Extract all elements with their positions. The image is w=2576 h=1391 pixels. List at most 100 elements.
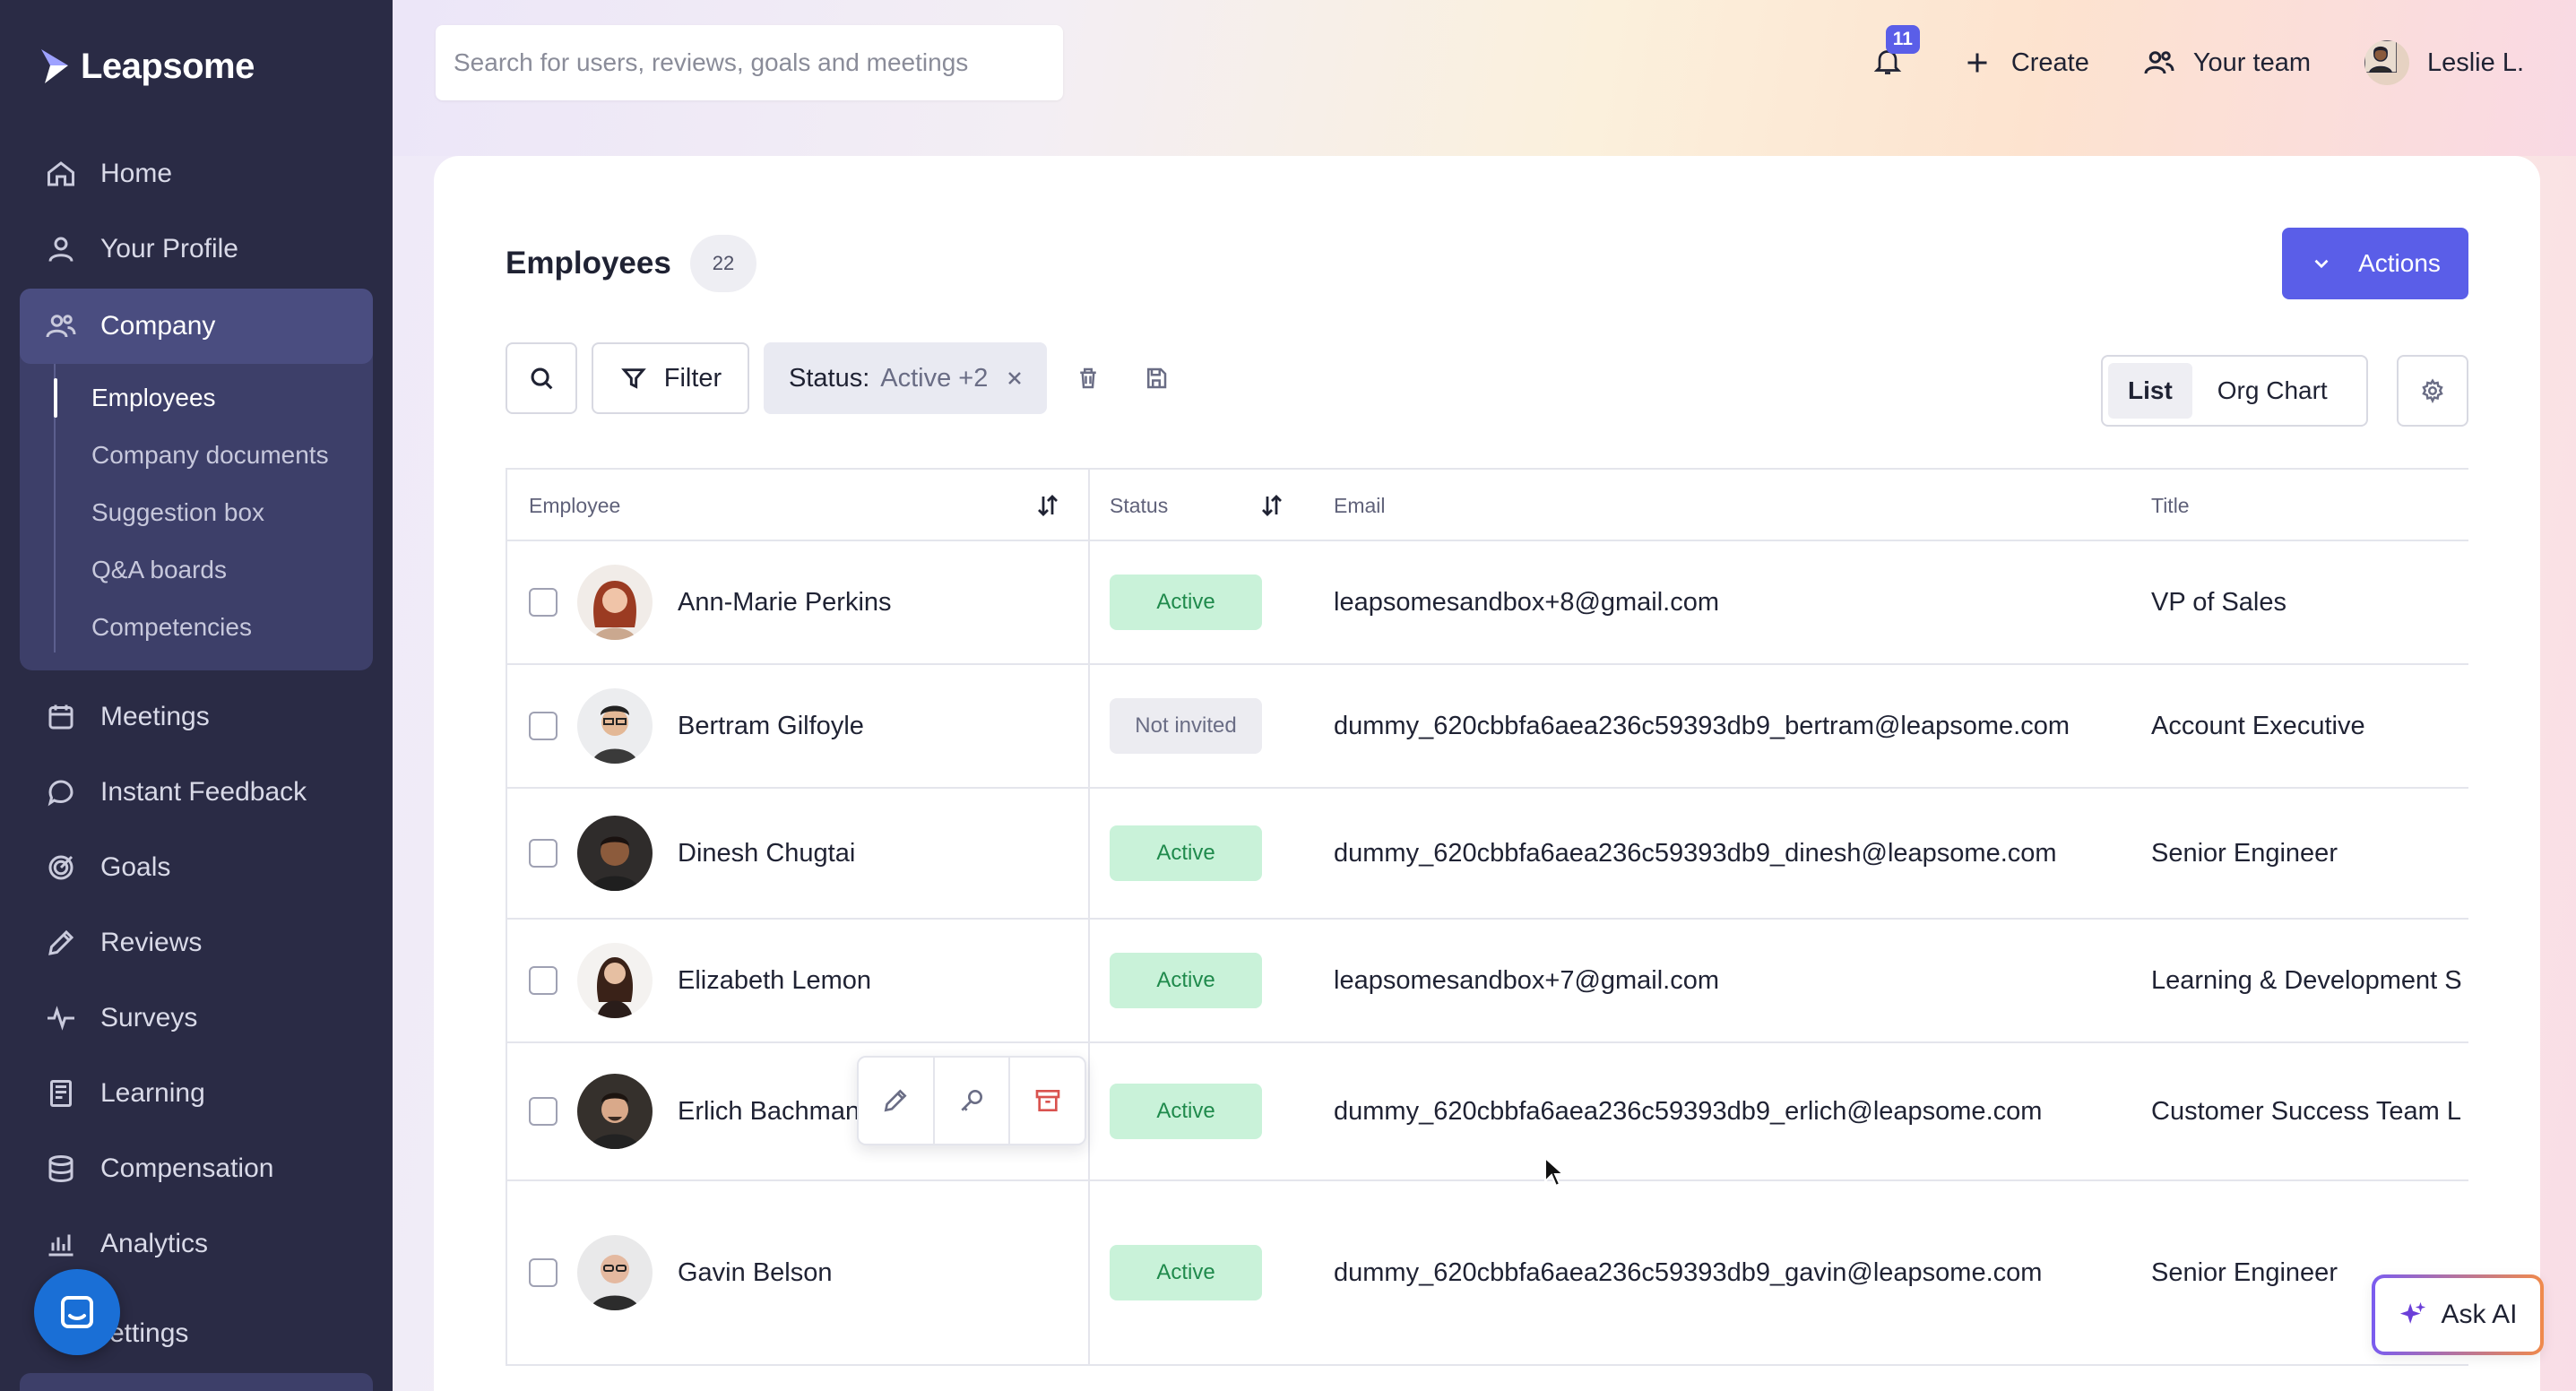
book-icon — [50, 1080, 72, 1107]
filter-icon — [620, 368, 646, 389]
sidebar-item-meetings[interactable]: Meetings — [20, 679, 373, 755]
close-icon[interactable] — [1004, 367, 1025, 389]
search-icon — [531, 367, 553, 390]
sort-icon — [1038, 495, 1058, 516]
subnav-item-suggestion-box[interactable]: Suggestion box — [54, 484, 373, 541]
sidebar-item-label: Meetings — [100, 702, 210, 731]
access-employee-button[interactable] — [935, 1058, 1011, 1144]
column-header-status[interactable]: Status — [1110, 470, 1168, 541]
employee-title: VP of Sales — [2151, 587, 2287, 617]
sort-status-button[interactable] — [1258, 470, 1285, 541]
sidebar-item-label: Goals — [100, 852, 171, 882]
user-avatar — [2364, 40, 2409, 85]
create-label: Create — [2010, 48, 2089, 77]
sidebar-item-label: Company — [100, 311, 216, 341]
notifications-button[interactable]: 11 — [1871, 25, 1920, 81]
home-icon — [48, 161, 74, 186]
employee-email: dummy_620cbbfa6aea236c59393db9_erlich@le… — [1334, 1096, 2043, 1126]
sidebar-item-instant-feedback[interactable]: Instant Feedback — [20, 755, 373, 830]
employee-email: dummy_620cbbfa6aea236c59393db9_bertram@l… — [1334, 711, 2070, 740]
sidebar-item-surveys[interactable]: Surveys — [20, 981, 373, 1056]
employee-email: dummy_620cbbfa6aea236c59393db9_gavin@lea… — [1334, 1257, 2043, 1287]
table-row[interactable]: Bertram Gilfoyle Not invited dummy_620cb… — [507, 665, 2468, 789]
ask-ai-button[interactable]: Ask AI — [2372, 1274, 2544, 1355]
column-header-employee[interactable]: Employee — [529, 470, 620, 541]
sidebar-next-item[interactable] — [20, 1373, 373, 1391]
sidebar-item-compensation[interactable]: Compensation — [20, 1131, 373, 1206]
save-icon — [1147, 367, 1167, 389]
row-checkbox[interactable] — [529, 712, 558, 740]
employee-name[interactable]: Ann-Marie Perkins — [678, 541, 892, 663]
view-option-org-chart[interactable]: Org Chart — [2192, 363, 2353, 419]
top-actions: 11 Create Your team Leslie L. — [1871, 25, 2524, 100]
employee-name[interactable]: Bertram Gilfoyle — [678, 665, 864, 787]
sidebar-item-profile[interactable]: Your Profile — [20, 212, 373, 287]
sidebar-item-company[interactable]: Company — [20, 289, 373, 364]
table-search-button[interactable] — [506, 342, 577, 414]
pencil-icon — [884, 1089, 907, 1112]
subnav-item-employees[interactable]: Employees — [54, 369, 373, 427]
avatar — [577, 816, 653, 891]
row-checkbox[interactable] — [529, 1097, 558, 1126]
column-header-email[interactable]: Email — [1334, 470, 1386, 541]
row-checkbox[interactable] — [529, 588, 558, 617]
column-divider — [1088, 789, 1090, 918]
filter-button[interactable]: Filter — [592, 342, 749, 414]
subnav-item-competencies[interactable]: Competencies — [54, 599, 373, 656]
row-checkbox[interactable] — [529, 966, 558, 995]
table-row[interactable]: Gavin Belson Active dummy_620cbbfa6aea23… — [507, 1181, 2468, 1366]
clear-filters-button[interactable] — [1061, 351, 1115, 405]
table-settings-button[interactable] — [2397, 355, 2468, 427]
sidebar-item-reviews[interactable]: Reviews — [20, 905, 373, 981]
avatar — [577, 1074, 653, 1149]
actions-button[interactable]: Actions — [2282, 228, 2468, 299]
sidebar-item-goals[interactable]: Goals — [20, 830, 373, 905]
view-option-list[interactable]: List — [2108, 363, 2192, 419]
employee-name[interactable]: Gavin Belson — [678, 1181, 833, 1364]
employee-name[interactable]: Elizabeth Lemon — [678, 920, 871, 1041]
row-checkbox[interactable] — [529, 839, 558, 868]
employee-name[interactable]: Erlich Bachman — [678, 1043, 860, 1179]
edit-employee-button[interactable] — [859, 1058, 935, 1144]
column-divider — [1088, 920, 1090, 1041]
column-header-title[interactable]: Title — [2151, 470, 2190, 541]
sparkle-icon — [2400, 1301, 2426, 1324]
sidebar-item-home[interactable]: Home — [20, 136, 373, 212]
table-row[interactable]: Ann-Marie Perkins Active leapsomesandbox… — [507, 541, 2468, 665]
company-group: Company Employees Company documents Sugg… — [20, 289, 373, 670]
avatar — [577, 688, 653, 764]
global-search-input[interactable]: Search for users, reviews, goals and mee… — [436, 25, 1063, 100]
your-team-button[interactable]: Your team — [2143, 47, 2311, 79]
filter-label: Filter — [663, 363, 722, 393]
create-button[interactable]: Create — [1961, 47, 2089, 79]
status-filter-chip[interactable]: Status: Active +2 — [764, 342, 1048, 414]
user-menu[interactable]: Leslie L. — [2364, 40, 2524, 85]
leapsome-logo[interactable]: Leapsome — [38, 39, 255, 93]
coins-icon — [48, 1155, 73, 1183]
employee-name[interactable]: Dinesh Chugtai — [678, 789, 855, 918]
table-row[interactable]: Erlich Bachman Active dummy_620cbbfa6aea… — [507, 1043, 2468, 1181]
subnav-item-company-documents[interactable]: Company documents — [54, 427, 373, 484]
company-subnav: Employees Company documents Suggestion b… — [54, 364, 373, 656]
trash-icon — [1080, 367, 1097, 389]
team-icon — [2144, 51, 2174, 74]
sidebar-item-label: ettings — [109, 1318, 189, 1348]
user-icon — [48, 237, 73, 262]
sort-employee-button[interactable] — [1034, 470, 1061, 541]
chat-icon — [48, 780, 73, 807]
sidebar-item-learning[interactable]: Learning — [20, 1056, 373, 1131]
table-row[interactable]: Dinesh Chugtai Active dummy_620cbbfa6aea… — [507, 789, 2468, 920]
row-checkbox[interactable] — [529, 1258, 558, 1287]
column-divider — [1088, 470, 1090, 540]
table-row[interactable]: Elizabeth Lemon Active leapsomesandbox+7… — [507, 920, 2468, 1043]
target-icon — [48, 855, 73, 880]
view-toggle: List Org Chart — [2101, 355, 2368, 427]
your-team-label: Your team — [2192, 48, 2311, 77]
row-actions-toolbar — [857, 1056, 1086, 1145]
sidebar-item-label: Compensation — [100, 1153, 274, 1183]
save-filter-button[interactable] — [1129, 351, 1183, 405]
archive-employee-button[interactable] — [1010, 1058, 1085, 1144]
status-badge: Active — [1110, 575, 1262, 630]
subnav-item-qa-boards[interactable]: Q&A boards — [54, 541, 373, 599]
support-chat-button[interactable] — [34, 1269, 120, 1355]
